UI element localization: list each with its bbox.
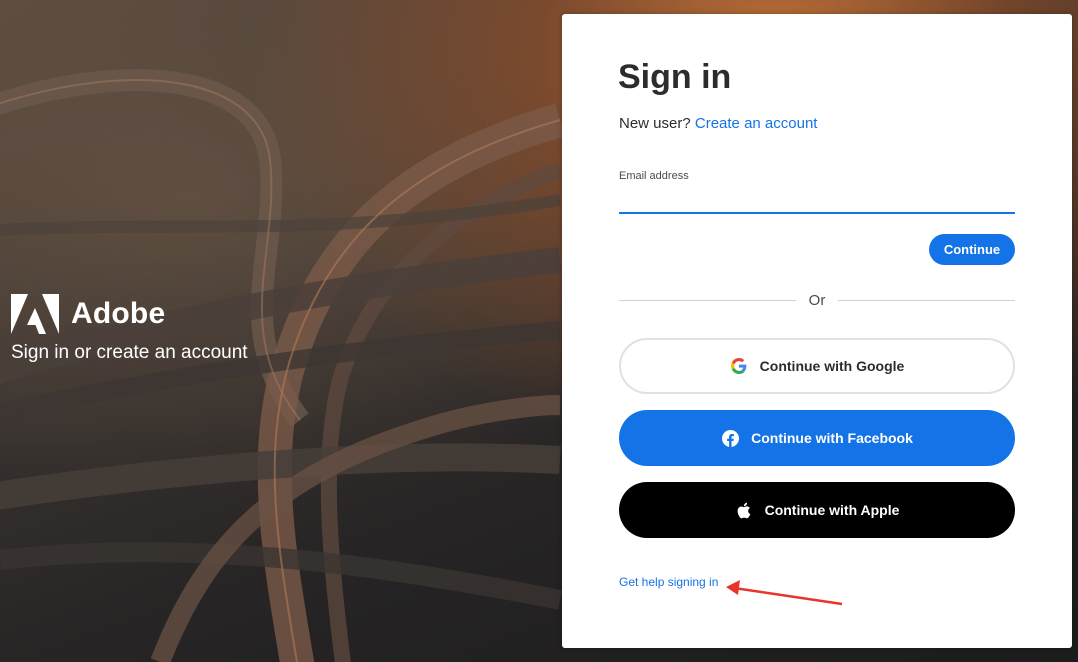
signin-card: Sign in New user? Create an account Emai… <box>562 14 1072 648</box>
continue-button[interactable]: Continue <box>929 234 1015 265</box>
divider-line-right <box>838 300 1015 301</box>
brand-name: Adobe <box>71 297 166 330</box>
google-button-label: Continue with Google <box>759 358 905 374</box>
google-icon <box>730 357 748 375</box>
email-label: Email address <box>619 170 689 182</box>
apple-signin-button[interactable]: Continue with Apple <box>619 482 1015 538</box>
adobe-logo-icon <box>11 294 59 334</box>
google-signin-button[interactable]: Continue with Google <box>619 338 1015 394</box>
help-signin-link[interactable]: Get help signing in <box>619 575 718 589</box>
facebook-signin-button[interactable]: Continue with Facebook <box>619 410 1015 466</box>
brand-logo-row: Adobe <box>11 294 248 334</box>
new-user-prompt: New user? <box>619 115 691 132</box>
page-title: Sign in <box>618 58 732 96</box>
signin-page: Adobe Sign in or create an account Sign … <box>0 0 1078 662</box>
apple-button-label: Continue with Apple <box>764 502 900 518</box>
create-account-link[interactable]: Create an account <box>695 115 818 132</box>
apple-icon <box>735 501 753 519</box>
facebook-icon <box>721 429 739 447</box>
brand-block: Adobe Sign in or create an account <box>11 294 248 364</box>
email-field[interactable] <box>619 190 1015 214</box>
brand-tagline: Sign in or create an account <box>11 342 248 363</box>
or-divider: Or <box>619 291 1015 311</box>
facebook-button-label: Continue with Facebook <box>751 430 913 446</box>
annotation-arrow-icon <box>726 580 843 606</box>
new-user-row: New user? Create an account <box>619 115 817 132</box>
